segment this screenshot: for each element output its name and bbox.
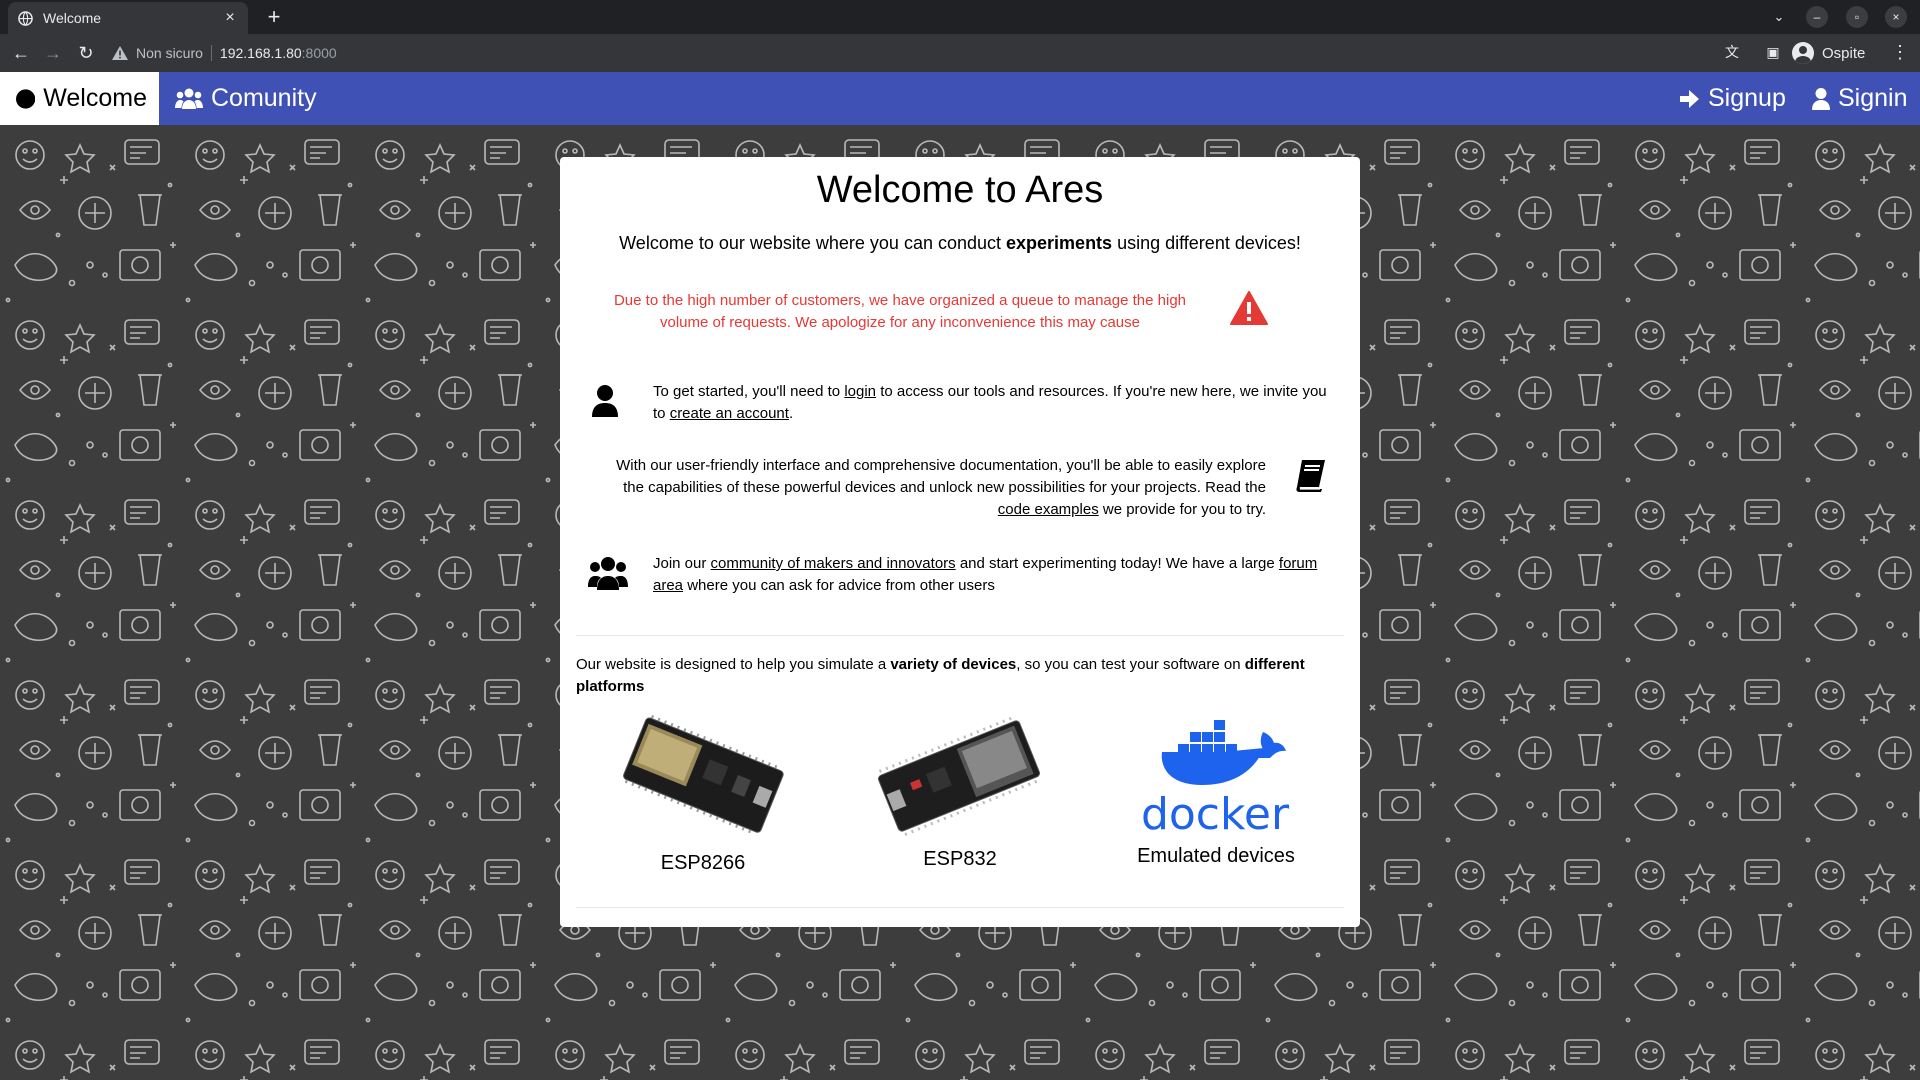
security-label: Non sicuro: [136, 45, 203, 61]
text-span: Our website is designed to help you simu…: [576, 656, 891, 673]
tab-close-icon[interactable]: ×: [222, 9, 238, 27]
close-window-icon[interactable]: ×: [1885, 6, 1907, 28]
user-icon: [1812, 87, 1830, 110]
page-title: Welcome to Ares: [816, 169, 1104, 211]
site-navbar: Welcome Comunity Signup Signin: [0, 72, 1920, 125]
profile-button[interactable]: Ospite: [1792, 41, 1865, 65]
text-span: To get started, you'll need to: [653, 383, 845, 400]
bold-text: variety of devices: [890, 656, 1017, 673]
profile-name: Ospite: [1822, 44, 1866, 62]
url-host: 192.168.1.80: [219, 45, 302, 61]
intro-text: Welcome to our website where you can con…: [560, 233, 1360, 254]
text-span: With our user-friendly interface and com…: [616, 457, 1266, 496]
device-caption-esp832: ESP832: [923, 848, 997, 870]
warning-icon: [112, 46, 128, 60]
text-span: , so you can test your software on: [1016, 656, 1245, 673]
text-span: and start experimenting today! We have a…: [955, 555, 1279, 572]
nav-welcome-label: Welcome: [43, 84, 147, 112]
restore-icon[interactable]: ▫: [1846, 6, 1868, 28]
divider: [576, 635, 1344, 636]
browser-tabstrip: Welcome × + ⌄ – ▫ ×: [0, 0, 1920, 34]
intro-bold: experiments: [1006, 233, 1113, 253]
intro-text-part: Welcome to our website where you can con…: [619, 233, 1007, 253]
arrow-right-icon: [1680, 89, 1699, 108]
circle-icon: [16, 88, 36, 109]
text-span: .: [788, 405, 794, 422]
esp32-board-image: [878, 715, 1041, 836]
tab-search-icon[interactable]: ⌄: [1768, 6, 1790, 28]
back-icon[interactable]: ←: [9, 41, 33, 65]
menu-kebab-icon[interactable]: ⋮: [1890, 41, 1910, 63]
getting-started-text: To get started, you'll need to login to …: [653, 381, 1343, 425]
reload-icon[interactable]: ↻: [74, 41, 98, 65]
docker-logo: docker: [1141, 720, 1290, 840]
queue-notice: Due to the high number of customers, we …: [613, 292, 1187, 331]
community-text: Join our community of makers and innovat…: [653, 553, 1343, 597]
minimize-icon[interactable]: –: [1806, 6, 1828, 28]
esp8266-board-image: [623, 715, 784, 836]
nav-community-label: Comunity: [211, 84, 317, 112]
user-icon: [592, 385, 618, 417]
documentation-text: With our user-friendly interface and com…: [606, 455, 1266, 521]
device-caption-esp8266: ESP8266: [660, 852, 746, 874]
code-examples-link[interactable]: code examples: [998, 501, 1099, 518]
browser-tab[interactable]: Welcome ×: [8, 2, 248, 34]
address-bar[interactable]: Non sicuro 192.168.1.80:8000: [112, 40, 1712, 66]
book-icon: [1296, 460, 1325, 492]
docker-logo-text: docker: [1141, 789, 1290, 840]
nav-signup[interactable]: Signup: [1666, 72, 1798, 125]
users-icon: [588, 557, 628, 590]
create-account-link[interactable]: create an account: [670, 405, 789, 422]
nav-signin[interactable]: Signin: [1800, 72, 1920, 125]
community-link[interactable]: community of makers and innovators: [711, 555, 956, 572]
nav-signin-label: Signin: [1838, 84, 1908, 112]
intro-text-part: using different devices!: [1112, 233, 1301, 253]
nav-signup-label: Signup: [1708, 84, 1786, 112]
avatar: [1792, 42, 1814, 64]
omnibox-divider: [210, 45, 212, 61]
welcome-card: Welcome to Ares Welcome to our website w…: [560, 157, 1360, 927]
new-tab-button[interactable]: +: [260, 4, 288, 30]
login-link[interactable]: login: [844, 383, 876, 400]
divider: [576, 907, 1344, 908]
device-caption-emulated: Emulated devices: [1137, 845, 1295, 867]
alert-triangle-icon: [1230, 291, 1268, 325]
devices-description: Our website is designed to help you simu…: [576, 654, 1336, 698]
url-port: :8000: [301, 45, 337, 61]
users-icon: [175, 88, 203, 109]
nav-welcome[interactable]: Welcome: [0, 72, 159, 125]
forward-icon[interactable]: →: [41, 41, 65, 65]
text-span: we provide for you to try.: [1098, 501, 1266, 518]
globe-icon: [18, 10, 33, 26]
text-span: Join our: [653, 555, 711, 572]
text-span: where you can ask for advice from other …: [683, 577, 995, 594]
translate-icon[interactable]: 文: [1721, 41, 1743, 63]
tab-title: Welcome: [43, 10, 102, 26]
sidepanel-icon[interactable]: ▣: [1762, 41, 1784, 63]
nav-community[interactable]: Comunity: [163, 72, 329, 125]
